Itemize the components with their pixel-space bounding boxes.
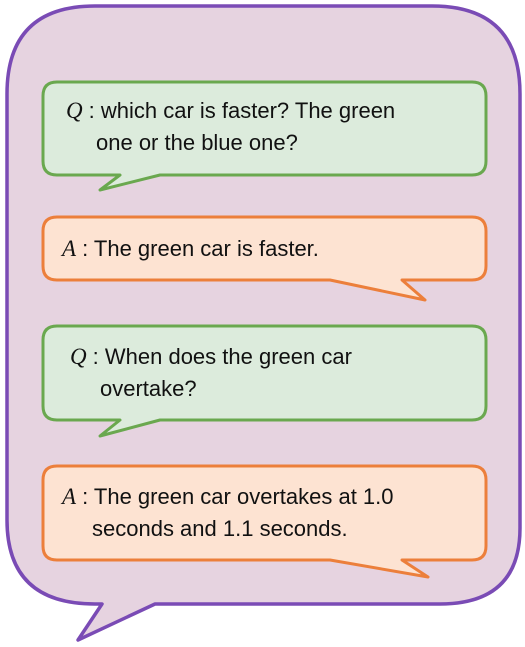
speaker-label: Q: [66, 98, 83, 123]
speaker-label: A: [62, 236, 77, 261]
question-text-1: Q: which car is faster? The green one or…: [66, 95, 395, 159]
answer-text-1: A: The green car is faster.: [62, 233, 319, 265]
answer-line-1: The green car overtakes at 1.0: [93, 484, 394, 509]
question-line-2: one or the blue one?: [96, 130, 298, 155]
answer-line-2: seconds and 1.1 seconds.: [92, 516, 348, 541]
separator: :: [82, 484, 89, 509]
question-line-2: overtake?: [100, 376, 197, 401]
separator: :: [92, 344, 99, 369]
question-text-2: Q: When does the green car overtake?: [70, 341, 352, 405]
separator: :: [88, 98, 95, 123]
answer-line-1: The green car is faster.: [93, 236, 319, 261]
separator: :: [82, 236, 89, 261]
speaker-label: A: [62, 484, 77, 509]
speaker-label: Q: [70, 344, 87, 369]
question-line-1: When does the green car: [104, 344, 352, 369]
answer-text-2: A: The green car overtakes at 1.0 second…: [62, 481, 394, 545]
question-line-1: which car is faster? The green: [100, 98, 396, 123]
